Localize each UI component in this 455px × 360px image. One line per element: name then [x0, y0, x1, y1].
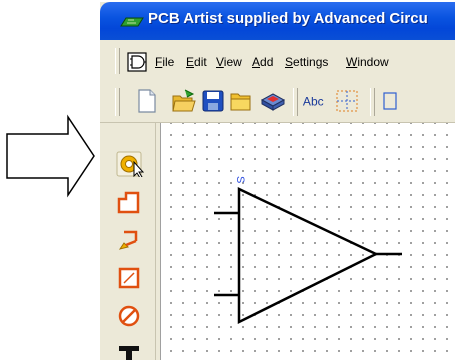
title-bar: PCB Artist supplied by Advanced Circu — [100, 2, 455, 40]
schematic-drawing: S — [214, 176, 402, 325]
folder-button[interactable] — [228, 88, 254, 114]
menu-settings[interactable]: Settings — [285, 55, 328, 69]
text-button-label: Abc — [303, 95, 324, 109]
add-line-icon — [118, 230, 138, 250]
add-line-button[interactable] — [116, 227, 144, 253]
add-shape-icon — [117, 191, 140, 214]
open-folder-icon — [172, 89, 196, 112]
app-window: PCB Artist supplied by Advanced Circu Fi… — [100, 2, 455, 360]
grid-icon — [336, 90, 358, 112]
open-button[interactable] — [171, 88, 197, 114]
add-rect-button[interactable] — [116, 265, 144, 291]
menu-add[interactable]: Add — [252, 55, 273, 69]
text-icon: Abc — [303, 95, 324, 109]
add-text-button[interactable] — [116, 341, 144, 360]
toolbar-grip[interactable] — [115, 88, 120, 116]
menu-file[interactable]: File — [155, 55, 174, 69]
new-document-button[interactable] — [134, 88, 160, 114]
zoom-button[interactable] — [380, 88, 406, 114]
add-shape-button[interactable] — [116, 189, 144, 215]
component-label: S — [234, 176, 246, 183]
menu-edit[interactable]: Edit — [186, 55, 207, 69]
toolbar-separator — [293, 88, 298, 116]
add-circle-icon — [118, 305, 140, 327]
window-title: PCB Artist supplied by Advanced Circu — [148, 10, 428, 27]
add-circle-button[interactable] — [116, 303, 144, 329]
zoom-icon — [383, 92, 397, 110]
menu-bar: File Edit View Add Settings Window — [100, 40, 455, 83]
select-pad-icon — [116, 151, 145, 179]
menu-view[interactable]: View — [216, 55, 242, 69]
hollow-right-arrow-icon — [6, 114, 95, 198]
menu-grip[interactable] — [115, 48, 120, 74]
add-text-icon — [119, 346, 139, 360]
save-icon — [202, 90, 224, 112]
library-icon — [260, 93, 286, 111]
menu-window[interactable]: Window — [346, 55, 389, 69]
main-toolbar: Abc — [100, 82, 455, 123]
library-button[interactable] — [260, 88, 286, 114]
select-pad-button[interactable] — [116, 151, 145, 179]
text-button[interactable]: Abc — [302, 88, 330, 114]
document-icon[interactable] — [127, 52, 147, 72]
drawing-canvas[interactable]: S — [160, 123, 455, 360]
folder-icon — [230, 93, 251, 111]
pcb-board-icon — [120, 17, 144, 27]
grid-button[interactable] — [334, 88, 360, 114]
left-toolbar — [100, 123, 160, 360]
toolbar-separator-2 — [370, 88, 375, 116]
amplifier-triangle[interactable] — [237, 187, 379, 325]
save-button[interactable] — [200, 88, 226, 114]
new-document-icon — [138, 89, 156, 113]
add-rect-icon — [118, 267, 140, 289]
